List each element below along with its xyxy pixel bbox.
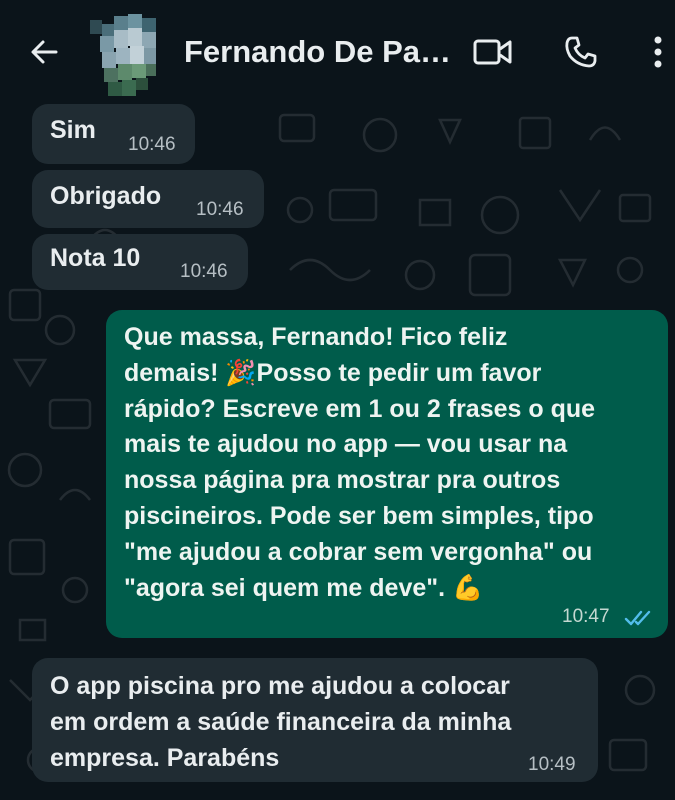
double-check-read-icon — [624, 610, 651, 626]
message-text: Sim — [50, 116, 96, 144]
message-time: 10:47 — [562, 606, 610, 627]
message-line: Que massa, Fernando! Fico feliz — [124, 323, 508, 351]
message-text: Nota 10 — [50, 244, 141, 272]
message-time: 10:46 — [196, 199, 244, 220]
message-line: em ordem a saúde financeira da minha — [50, 708, 512, 736]
message-line: rápido? Escreve em 1 ou 2 frases o que — [124, 394, 596, 423]
message-line: demais! 🎉Posso te pedir um favor — [124, 358, 542, 387]
chat-header: Fernando De Pau… — [0, 0, 675, 104]
arrow-left-icon — [31, 40, 58, 64]
message-line: piscineiros. Pode ser bem simples, tipo — [124, 501, 594, 530]
video-camera-icon — [473, 39, 512, 65]
outgoing-message[interactable]: Que massa, Fernando! Fico feliz demais! … — [106, 310, 668, 638]
incoming-message[interactable]: Nota 10 10:46 — [32, 234, 248, 290]
back-button[interactable] — [22, 30, 66, 74]
chat-screen: Fernando De Pau… Sim 10:46 Obrigado 10:4… — [0, 0, 675, 800]
incoming-message[interactable]: O app piscina pro me ajudou a colocar em… — [32, 658, 598, 782]
more-options-button[interactable] — [638, 30, 675, 74]
phone-icon — [565, 36, 597, 68]
message-time: 10:46 — [128, 134, 176, 155]
message-time: 10:49 — [528, 754, 576, 775]
incoming-message[interactable]: Sim 10:46 — [32, 104, 195, 164]
avatar-image — [90, 14, 156, 96]
message-line: nossa página pra mostrar pra outros — [124, 466, 561, 495]
message-text: Obrigado — [50, 182, 162, 210]
message-line: O app piscina pro me ajudou a colocar — [50, 672, 510, 700]
incoming-message[interactable]: Obrigado 10:46 — [32, 170, 264, 228]
message-text: O app piscina pro me ajudou a colocar em… — [50, 668, 511, 776]
message-line: "agora sei quem me deve". 💪 — [124, 573, 484, 602]
message-line: empresa. Parabéns — [50, 744, 280, 772]
video-call-button[interactable] — [470, 30, 516, 74]
contact-name[interactable]: Fernando De Pau… — [184, 30, 454, 74]
message-time: 10:46 — [180, 261, 228, 282]
contact-avatar[interactable] — [88, 12, 166, 100]
message-line: mais te ajudou no app — vou usar na — [124, 430, 568, 459]
voice-call-button[interactable] — [558, 30, 604, 74]
message-line: "me ajudou a cobrar sem vergonha" ou — [124, 537, 593, 566]
more-vertical-icon — [654, 36, 662, 68]
message-text: Que massa, Fernando! Fico feliz demais! … — [124, 320, 596, 606]
